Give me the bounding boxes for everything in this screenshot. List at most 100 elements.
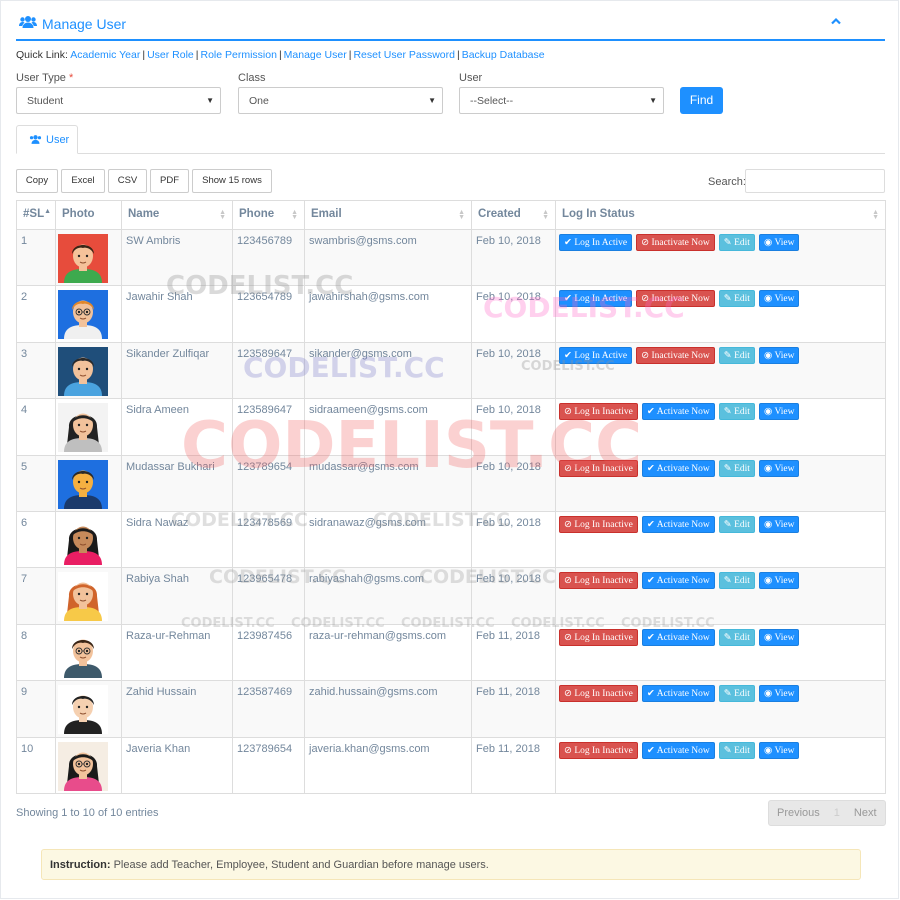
find-button[interactable]: Find <box>680 87 723 114</box>
view-button[interactable]: ◉ View <box>758 741 800 759</box>
caret-down-icon: ▼ <box>428 96 436 105</box>
tab-bar: User <box>16 125 885 154</box>
search-input[interactable] <box>745 169 885 193</box>
eye-icon: ◉ <box>763 632 773 643</box>
page-title-text: Manage User <box>42 15 127 32</box>
quick-link-manage-user[interactable]: Manage User <box>284 49 347 61</box>
next-button[interactable]: Next <box>846 801 885 825</box>
previous-button[interactable]: Previous <box>769 801 828 825</box>
copy-button[interactable]: Copy <box>16 169 58 193</box>
inactivate-now-button[interactable]: ⊘ Inactivate Now <box>636 234 715 251</box>
caret-down-icon: ▼ <box>206 96 214 105</box>
user-type-select[interactable]: Student ▼ <box>16 87 221 114</box>
edit-button[interactable]: ✎ Edit <box>718 234 755 251</box>
log-in-inactive-button[interactable]: ⊘ Log In Inactive <box>559 515 638 533</box>
ban-icon: ⊘ <box>564 632 572 643</box>
col-header-name[interactable]: Name ▲ ▼ <box>121 200 233 230</box>
col-header-status[interactable]: Log In Status ▲ ▼ <box>555 200 886 230</box>
edit-button[interactable]: ✎ Edit <box>718 628 755 646</box>
quick-link-academic-year[interactable]: Academic Year <box>70 49 140 61</box>
cell-created: Feb 10, 2018 <box>471 567 556 625</box>
cell-status: ⊘ Log In Inactive ✔ Activate Now ✎ Edit ◉ V… <box>555 736 886 794</box>
cell-email: sidranawaz@gsms.com <box>304 510 472 569</box>
edit-button[interactable]: ✎ Edit <box>718 459 755 477</box>
edit-button[interactable]: ✎ Edit <box>718 572 755 590</box>
quick-link-user-role[interactable]: User Role <box>147 49 194 61</box>
col-header-sl[interactable]: #SL▲ <box>16 200 56 230</box>
edit-button[interactable]: ✎ Edit <box>718 346 755 364</box>
edit-button[interactable]: ✎ Edit <box>718 290 755 308</box>
log-in-inactive-button[interactable]: ⊘ Log In Inactive <box>559 628 638 646</box>
quick-link-role-permission[interactable]: Role Permission <box>200 49 276 61</box>
edit-button[interactable]: ✎ Edit <box>718 685 755 703</box>
col-header-email[interactable]: Email ▲ ▼ <box>304 200 472 230</box>
csv-button[interactable]: CSV <box>108 169 147 193</box>
quick-link-backup-database[interactable]: Backup Database <box>462 49 545 61</box>
edit-button[interactable]: ✎ Edit <box>718 515 755 533</box>
cell-name: SW Ambris <box>121 228 233 287</box>
quick-link-reset-password[interactable]: Reset User Password <box>353 49 455 61</box>
view-button[interactable]: ◉ View <box>758 628 800 646</box>
table-row: 3 Sikander Zulfiqar 123589647 sikander@gsms… <box>16 341 886 400</box>
view-button[interactable]: ◉ View <box>758 685 800 703</box>
log-in-inactive-button[interactable]: ⊘ Log In Inactive <box>559 403 638 421</box>
cell-status: ✔ Log In Active ⊘ Inactivate Now ✎ Edit ◉ V… <box>555 341 886 400</box>
log-in-inactive-button[interactable]: ⊘ Log In Inactive <box>559 741 638 759</box>
eye-icon: ◉ <box>763 576 773 587</box>
ban-icon: ⊘ <box>641 238 650 248</box>
activate-now-button[interactable]: ✔ Activate Now <box>641 685 715 703</box>
activate-now-button[interactable]: ✔ Activate Now <box>641 515 715 533</box>
cell-photo <box>55 341 122 400</box>
table-row: 5 Mudassar Bukhari 123789654 mudassar@gsms.… <box>16 454 886 512</box>
log-in-active-button[interactable]: ✔ Log In Active <box>559 346 633 364</box>
log-in-inactive-button[interactable]: ⊘ Log In Inactive <box>559 685 638 703</box>
instruction-label: Instruction: <box>50 859 111 871</box>
log-in-active-button[interactable]: ✔ Log In Active <box>559 290 633 308</box>
cell-status: ✔ Log In Active ⊘ Inactivate Now ✎ Edit ◉ V… <box>555 285 886 343</box>
inactivate-now-button[interactable]: ⊘ Inactivate Now <box>636 346 715 364</box>
edit-button[interactable]: ✎ Edit <box>718 741 755 759</box>
view-button[interactable]: ◉ View <box>758 346 800 364</box>
tab-user[interactable]: User <box>16 125 78 154</box>
user-select[interactable]: --Select-- ▼ <box>459 87 664 114</box>
cell-status: ⊘ Log In Inactive ✔ Activate Now ✎ Edit ◉ V… <box>555 680 886 738</box>
cell-email: rabiyashah@gsms.com <box>304 567 472 625</box>
chevron-up-icon[interactable] <box>831 13 841 28</box>
cell-created: Feb 10, 2018 <box>471 285 556 343</box>
view-button[interactable]: ◉ View <box>758 290 800 308</box>
check-icon: ✔ <box>646 407 655 418</box>
edit-button[interactable]: ✎ Edit <box>718 403 755 421</box>
avatar <box>58 234 108 283</box>
cell-photo <box>55 567 122 625</box>
cell-created: Feb 10, 2018 <box>471 341 556 400</box>
view-button[interactable]: ◉ View <box>758 515 800 533</box>
col-header-created[interactable]: Created ▲ ▼ <box>471 200 556 230</box>
activate-now-button[interactable]: ✔ Activate Now <box>641 459 715 477</box>
quick-links-label: Quick Link: <box>16 49 68 61</box>
view-button[interactable]: ◉ View <box>758 572 800 590</box>
col-header-phone[interactable]: Phone ▲ ▼ <box>232 200 305 230</box>
log-in-inactive-button[interactable]: ⊘ Log In Inactive <box>559 572 638 590</box>
pdf-button[interactable]: PDF <box>150 169 189 193</box>
cell-name: Javeria Khan <box>121 736 233 794</box>
cell-phone: 123478569 <box>232 510 305 569</box>
activate-now-button[interactable]: ✔ Activate Now <box>641 403 715 421</box>
excel-button[interactable]: Excel <box>61 169 105 193</box>
cell-status: ⊘ Log In Inactive ✔ Activate Now ✎ Edit ◉ V… <box>555 623 886 682</box>
page-1-button[interactable]: 1 <box>828 801 846 825</box>
user-label: User <box>459 72 483 84</box>
activate-now-button[interactable]: ✔ Activate Now <box>641 628 715 646</box>
activate-now-button[interactable]: ✔ Activate Now <box>641 572 715 590</box>
eye-icon: ◉ <box>763 689 773 700</box>
log-in-inactive-button[interactable]: ⊘ Log In Inactive <box>559 459 638 477</box>
cell-phone: 123789654 <box>232 454 305 512</box>
log-in-active-button[interactable]: ✔ Log In Active <box>559 234 633 251</box>
view-button[interactable]: ◉ View <box>758 234 800 251</box>
view-button[interactable]: ◉ View <box>758 459 800 477</box>
inactivate-now-button[interactable]: ⊘ Inactivate Now <box>636 290 715 308</box>
class-select[interactable]: One ▼ <box>238 87 443 114</box>
ban-icon: ⊘ <box>564 745 572 756</box>
view-button[interactable]: ◉ View <box>758 403 800 421</box>
activate-now-button[interactable]: ✔ Activate Now <box>641 741 715 759</box>
show-rows-button[interactable]: Show 15 rows <box>192 169 272 193</box>
